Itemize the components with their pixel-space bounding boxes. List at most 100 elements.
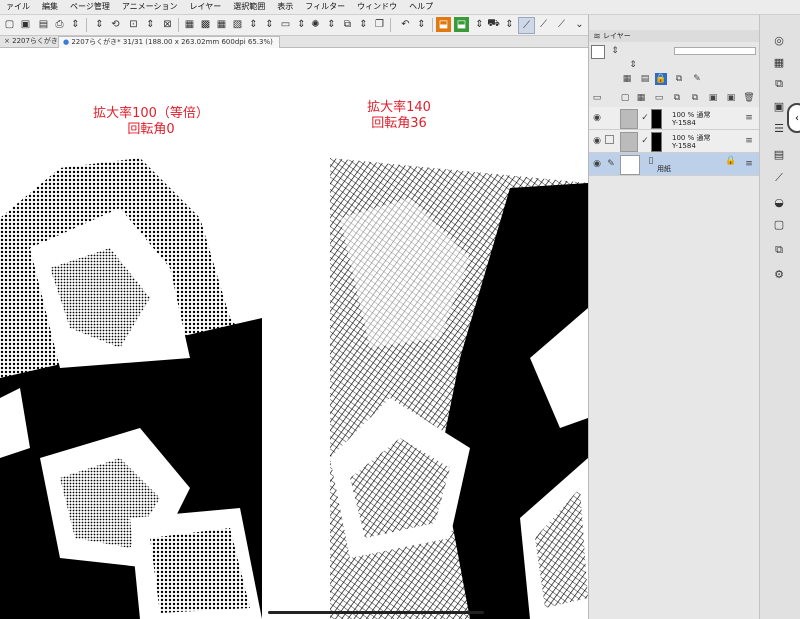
left-caption: 拡大率100（等倍） 回転角0	[86, 106, 216, 138]
toolbar-divider	[432, 18, 433, 32]
drag-handle-icon[interactable]: ≡	[743, 112, 755, 124]
menu-filter[interactable]: フィルター	[299, 0, 351, 14]
layer-row-paper[interactable]: ◉ ✎ ▯ 用紙 🔒 ≡	[589, 153, 759, 176]
undo-history-icon[interactable]: ⟲	[108, 17, 123, 32]
menu-layer[interactable]: レイヤー	[184, 0, 228, 14]
layer-row[interactable]: ◉ ✓ 100 % 通常 Y-1584 ≡	[589, 130, 759, 153]
drops-icon[interactable]: ◒	[772, 195, 786, 209]
menu-page[interactable]: ページ管理	[64, 0, 116, 14]
stepper-icon[interactable]: ⇕	[324, 17, 339, 32]
stepper-icon[interactable]: ⇕	[92, 17, 107, 32]
menu-selection[interactable]: 選択範囲	[227, 0, 271, 14]
green-tool-icon[interactable]: ⬓	[454, 17, 469, 32]
opacity-slider[interactable]	[674, 47, 756, 55]
palette-icon[interactable]: ✎	[691, 73, 703, 85]
drag-handle-icon[interactable]: ≡	[743, 158, 755, 170]
toolbar-divider	[86, 18, 87, 32]
menu-edit[interactable]: 編集	[36, 0, 64, 14]
apply-mask-icon[interactable]: ▣	[725, 92, 737, 104]
collapse-panel-button[interactable]: ‹	[787, 103, 800, 133]
layer-stack-icon[interactable]: ❐	[372, 17, 387, 32]
lock-transparent-icon[interactable]: ▦	[621, 73, 633, 85]
layer-mask-thumbnail	[651, 109, 662, 129]
print-icon[interactable]: ⎙	[52, 17, 67, 32]
subview-icon[interactable]: ☰	[772, 121, 786, 135]
eye-icon[interactable]: ◉	[591, 135, 603, 147]
drag-handle-icon[interactable]: ≡	[743, 135, 755, 147]
layer-thumbnail	[620, 109, 638, 129]
transform-icon[interactable]: ⊡	[126, 17, 141, 32]
color-wheel-icon[interactable]: ◎	[772, 33, 786, 47]
eye-icon[interactable]: ◉	[591, 112, 603, 124]
menu-animation[interactable]: アニメーション	[116, 0, 184, 14]
layer-row[interactable]: ◉ ✓ 100 % 通常 Y-1584 ≡	[589, 107, 759, 130]
pen-tool-icon[interactable]: ⟋	[518, 17, 535, 34]
brush-tool-icon[interactable]: ⟋	[554, 17, 569, 32]
stepper-icon[interactable]: ⇕	[68, 17, 83, 32]
new-folder-icon[interactable]: ▭	[653, 92, 665, 104]
stepper-icon[interactable]: ⇕	[414, 17, 429, 32]
fill-icon[interactable]: ▧	[230, 17, 245, 32]
stepper-icon[interactable]: ⇕	[262, 17, 277, 32]
search-layers-icon[interactable]: ⧉	[772, 243, 786, 257]
checker-icon[interactable]: ▦	[214, 17, 229, 32]
navigator-icon[interactable]: ⧉	[772, 77, 786, 91]
layer-opacity-mode: 100 % 通常	[672, 134, 711, 142]
stepper-icon[interactable]: ⇕	[472, 17, 487, 32]
menu-view[interactable]: 表示	[271, 0, 299, 14]
grid-icon[interactable]: ▦	[182, 17, 197, 32]
tab-active-document[interactable]: ● 2207らくがき* 31/31 (188.00 x 263.02mm 600…	[58, 36, 280, 48]
new-raster-layer-icon[interactable]: ▢	[619, 92, 631, 104]
stepper-icon[interactable]: ⇕	[246, 17, 261, 32]
clip-icon[interactable]: ⧉	[673, 73, 685, 85]
lasso-icon[interactable]: ✺	[308, 17, 323, 32]
stepper-icon[interactable]: ⇕	[356, 17, 371, 32]
orange-tool-icon[interactable]: ⬓	[436, 17, 451, 32]
brush-icon[interactable]: ⟋	[772, 171, 786, 185]
layer-panel-title: レイヤー	[603, 32, 631, 40]
eye-icon[interactable]: ◉	[591, 158, 603, 170]
open-folder-icon[interactable]: ▤	[36, 17, 51, 32]
halftone-artwork-left	[0, 158, 262, 619]
line-tool-icon[interactable]: ⟋	[536, 17, 551, 32]
car-icon[interactable]: ⛟	[486, 17, 501, 32]
pattern-icon[interactable]: ▩	[198, 17, 213, 32]
horizontal-scrollbar[interactable]	[268, 611, 484, 614]
frame-icon[interactable]: ▭	[278, 17, 293, 32]
reference-icon[interactable]: ▤	[639, 73, 651, 85]
menu-window[interactable]: ウィンドウ	[351, 0, 403, 14]
save-icon[interactable]: ▣	[18, 17, 33, 32]
new-file-icon[interactable]: ▢	[2, 17, 17, 32]
stepper-icon[interactable]: ⇕	[627, 59, 639, 71]
layer-name: 用紙	[657, 165, 671, 173]
tab-2207-rakugaki[interactable]: × 2207らくがき	[0, 36, 62, 47]
calendar-icon[interactable]: ▤	[772, 147, 786, 161]
lock-icon[interactable]: 🔒	[725, 155, 737, 167]
canvas[interactable]: 拡大率100（等倍） 回転角0 拡大率140 回転角36	[0, 48, 588, 619]
stepper-icon[interactable]: ⇕	[143, 17, 158, 32]
delete-layer-icon[interactable]: 🗑	[743, 92, 755, 104]
menu-file[interactable]: ァイル	[0, 0, 36, 14]
right-caption-line2: 回転角36	[371, 116, 427, 131]
rounded-square-icon[interactable]: ▢	[772, 217, 786, 231]
stepper-icon[interactable]: ⇕	[294, 17, 309, 32]
stepper-icon[interactable]: ⇕	[502, 17, 517, 32]
mask-icon[interactable]: ▣	[707, 92, 719, 104]
new-vector-layer-icon[interactable]: ▦	[635, 92, 647, 104]
merge-layer-icon[interactable]: ⧉	[689, 92, 701, 104]
close-icon[interactable]: ×	[4, 37, 10, 45]
undo-icon[interactable]: ↶	[398, 17, 413, 32]
menu-help[interactable]: ヘルプ	[403, 0, 439, 14]
layer-property-icon[interactable]: ▣	[772, 99, 786, 113]
material-icon[interactable]: ▦	[772, 55, 786, 69]
lock-icon[interactable]: 🔒	[655, 73, 667, 85]
selection-launcher-icon[interactable]: ⊠	[160, 17, 175, 32]
duplicate-layer-icon[interactable]: ⧉	[671, 92, 683, 104]
layer-menu-icon[interactable]: ▭	[591, 92, 603, 104]
copy-layer-icon[interactable]: ⧉	[340, 17, 355, 32]
checkbox-icon[interactable]	[605, 135, 614, 144]
stepper-icon[interactable]: ⇕	[609, 45, 621, 57]
chevron-down-icon[interactable]: ⌄	[572, 17, 587, 32]
settings-icon[interactable]: ⚙	[772, 267, 786, 281]
blend-swatch-icon[interactable]	[591, 45, 605, 59]
